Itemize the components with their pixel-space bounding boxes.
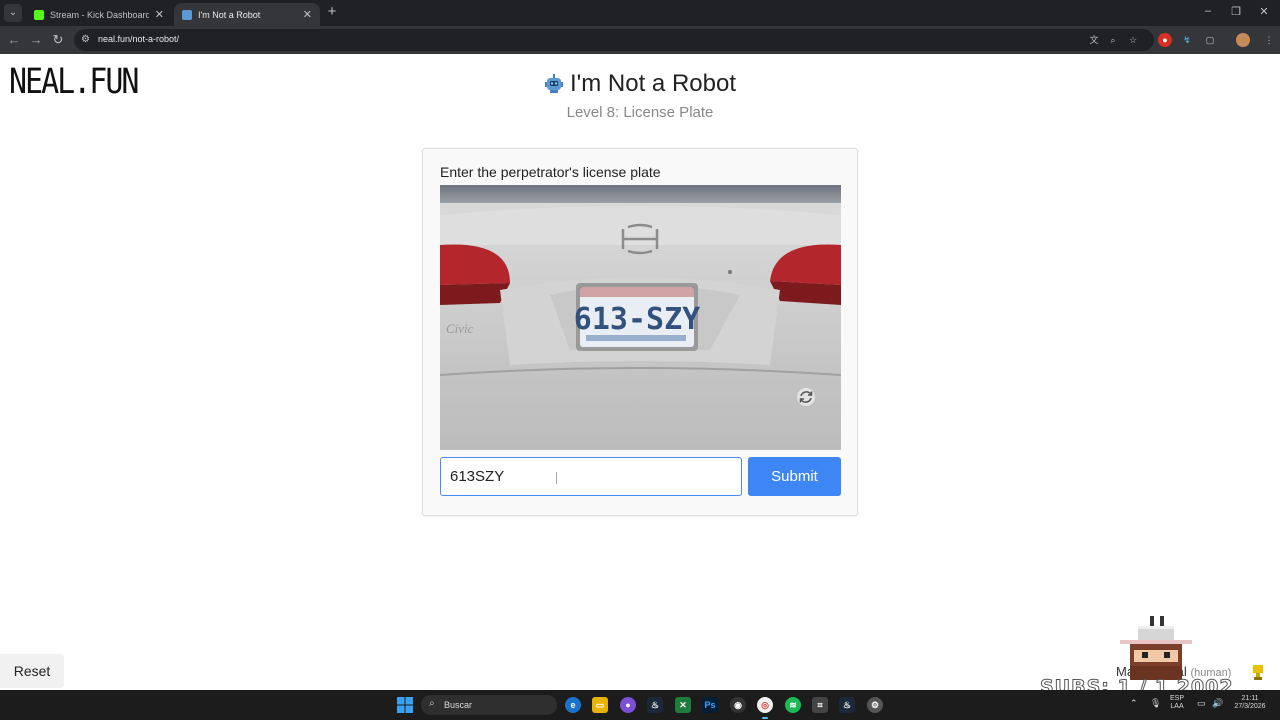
close-icon[interactable]: ✕ xyxy=(155,8,164,21)
spotify-icon[interactable]: ≋ xyxy=(785,697,801,713)
tab-not-a-robot[interactable]: I'm Not a Robot ✕ xyxy=(174,3,320,26)
keyboard-layout: LAA xyxy=(1170,703,1184,710)
new-tab-icon[interactable]: + xyxy=(324,4,340,20)
translate-icon[interactable]: 文 xyxy=(1087,33,1101,47)
steam-2-icon[interactable]: ♨ xyxy=(839,697,855,713)
url-text[interactable]: neal.fun/not-a-robot/ xyxy=(98,34,179,44)
tab-title: I'm Not a Robot xyxy=(198,9,261,20)
svg-text:Civic: Civic xyxy=(446,321,474,336)
captcha-instruction: Enter the perpetrator's license plate xyxy=(440,164,661,180)
reset-button[interactable]: Reset xyxy=(0,654,64,688)
reload-icon[interactable]: ↻ xyxy=(50,32,66,48)
captcha-card: Enter the perpetrator's license plate Ci… xyxy=(422,148,858,516)
text-cursor xyxy=(556,472,557,484)
clock[interactable]: 21:11 27/3/2026 xyxy=(1228,695,1272,711)
license-plate-input[interactable] xyxy=(440,457,742,496)
microphone-icon[interactable]: 🎙 xyxy=(1150,698,1161,709)
refresh-image-icon[interactable] xyxy=(796,387,816,407)
forward-icon[interactable]: → xyxy=(28,32,44,48)
network-icon[interactable]: ▭ xyxy=(1197,698,1206,709)
robot-icon xyxy=(182,9,192,20)
tray-overflow-icon[interactable]: ⌃ xyxy=(1130,698,1138,709)
input-language[interactable]: ESP LAA xyxy=(1170,695,1184,711)
settings-gear-icon[interactable]: ⚙ xyxy=(867,697,883,713)
bookmark-star-icon[interactable]: ☆ xyxy=(1126,33,1140,47)
maximize-icon[interactable]: ❐ xyxy=(1228,5,1244,18)
close-icon[interactable]: ✕ xyxy=(303,8,312,21)
capture-icon[interactable]: ⌗ xyxy=(812,697,828,713)
page-title-wrap: I'm Not a Robot xyxy=(544,70,736,98)
browser-tabstrip: ⌄ Stream - Kick Dashboard ✕ I'm Not a Ro… xyxy=(0,0,1280,26)
menu-kebab-icon[interactable]: ⋮ xyxy=(1262,33,1276,47)
clock-time: 21:11 xyxy=(1241,695,1259,702)
window-close-icon[interactable]: ✕ xyxy=(1256,5,1272,18)
extension-icon[interactable]: ↯ xyxy=(1180,33,1194,47)
tab-kick-dashboard[interactable]: Stream - Kick Dashboard ✕ xyxy=(26,3,172,26)
extensions-puzzle-icon[interactable]: ▢ xyxy=(1203,33,1217,47)
chrome-icon[interactable]: ◎ xyxy=(757,697,773,719)
license-plate-photo: Civic 613-SZY xyxy=(440,185,841,450)
kick-icon xyxy=(34,9,44,20)
edge-icon[interactable]: e xyxy=(565,697,581,713)
robot-icon xyxy=(545,74,563,93)
address-bar[interactable]: ⚙ neal.fun/not-a-robot/ xyxy=(74,29,1154,51)
clock-date: 27/3/2026 xyxy=(1234,703,1266,710)
language-code: ESP xyxy=(1170,695,1185,702)
site-info-icon[interactable]: ⚙ xyxy=(81,34,93,46)
extension-record-icon[interactable]: ● xyxy=(1158,33,1172,47)
minimize-icon[interactable]: – xyxy=(1200,5,1216,17)
photoshop-icon[interactable]: Ps xyxy=(702,697,718,713)
taskbar-search-label: Buscar xyxy=(444,700,473,710)
plate-number: 613-SZY xyxy=(574,302,700,337)
volume-icon[interactable]: 🔊 xyxy=(1212,698,1223,709)
browser-toolbar: ← → ↻ ⚙ neal.fun/not-a-robot/ 文 ⌕ ☆ ● ↯ … xyxy=(0,26,1280,54)
streamer-avatar-sprite xyxy=(1120,616,1192,680)
file-explorer-icon[interactable]: ▭ xyxy=(592,697,608,713)
windows-start-icon[interactable] xyxy=(397,697,413,713)
back-icon[interactable]: ← xyxy=(6,32,22,48)
page-header: I'm Not a Robot xyxy=(0,70,1280,99)
page-title: I'm Not a Robot xyxy=(570,70,736,97)
obs-icon[interactable]: ◉ xyxy=(730,697,746,713)
excel-like-icon[interactable]: ✕ xyxy=(675,697,691,713)
trophy-icon xyxy=(1253,665,1263,680)
app-purple-icon[interactable]: ● xyxy=(620,697,636,713)
tab-title: Stream - Kick Dashboard xyxy=(50,9,149,20)
level-subtitle: Level 8: License Plate xyxy=(566,104,714,121)
submit-button[interactable]: Submit xyxy=(748,457,841,496)
search-icon: ⌕ xyxy=(429,698,435,709)
taskbar-search[interactable]: ⌕ Buscar xyxy=(421,695,557,715)
steam-icon[interactable]: ♨ xyxy=(647,697,663,713)
tab-search-icon[interactable]: ⌄ xyxy=(4,4,22,22)
windows-taskbar: ⌕ Buscar e ▭ ● ♨ ✕ Ps ◉ ◎ ≋ ⌗ ♨ ⚙ ⌃ 🎙 ES… xyxy=(0,690,1280,720)
profile-avatar[interactable] xyxy=(1236,33,1250,47)
zoom-icon[interactable]: ⌕ xyxy=(1106,33,1120,47)
